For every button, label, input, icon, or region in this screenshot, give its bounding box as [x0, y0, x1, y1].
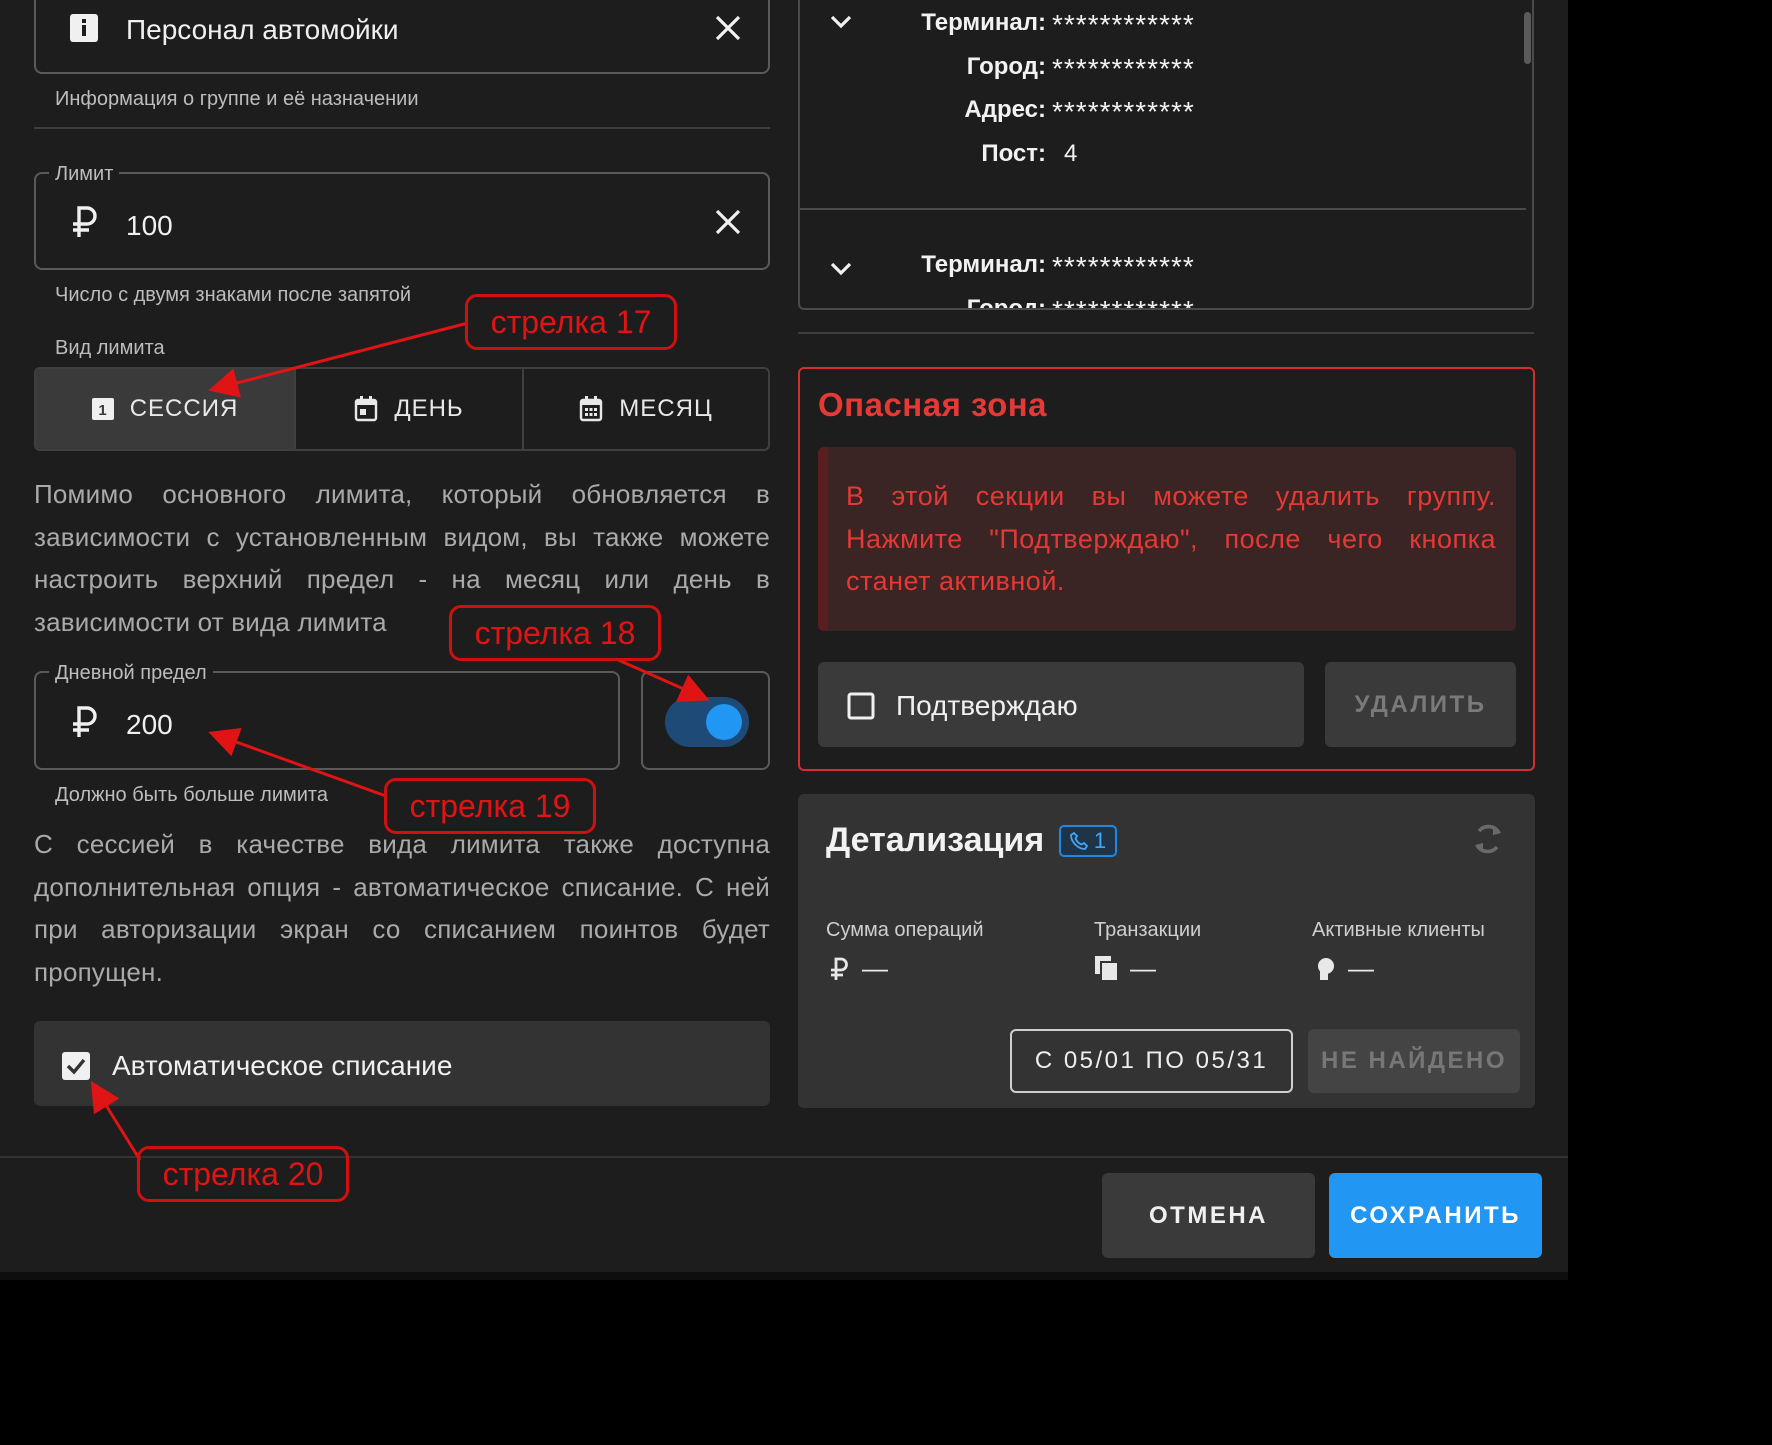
annotation-17: стрелка 17 [465, 294, 677, 350]
annotation-19: стрелка 19 [384, 778, 596, 834]
annotation-arrows [90, 321, 710, 1161]
arrow-18 [615, 657, 710, 702]
arrow-17 [208, 321, 469, 398]
arrow-19 [208, 728, 387, 798]
annotation-20: стрелка 20 [137, 1146, 349, 1202]
app-window: Персонал автомойки Информация о группе и… [0, 0, 1568, 1280]
annotation-18: стрелка 18 [449, 605, 661, 661]
arrow-20 [90, 1080, 142, 1161]
